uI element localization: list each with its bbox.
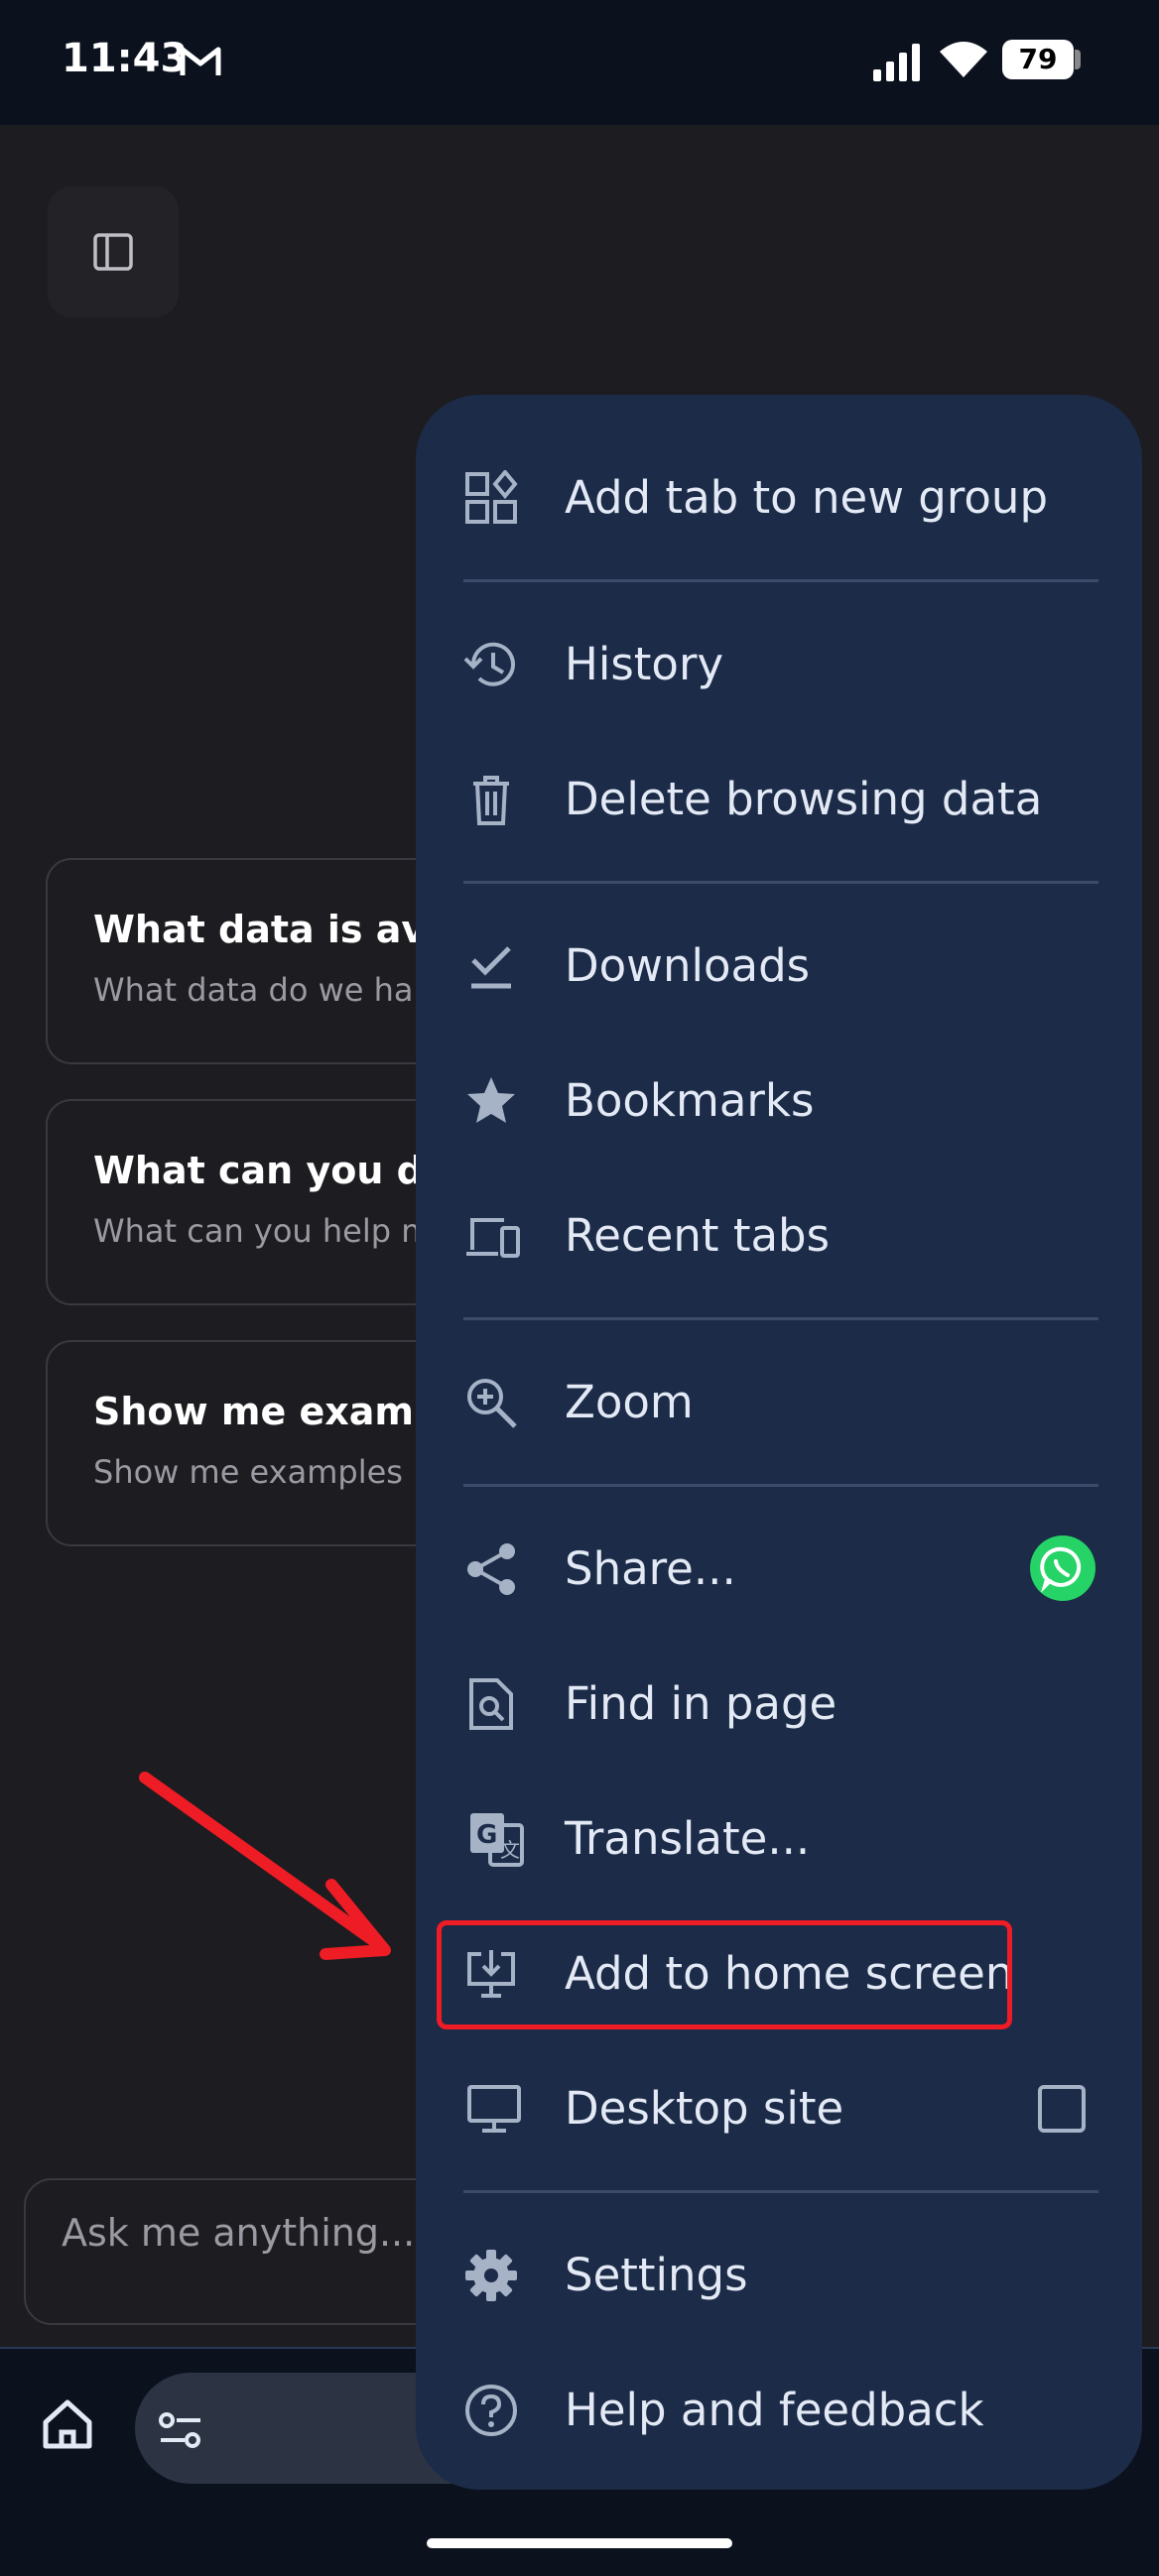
desktop-site-checkbox[interactable] <box>1038 2085 1086 2133</box>
menu-item-label: Settings <box>565 2249 748 2301</box>
menu-divider <box>463 1317 1098 1320</box>
suggestion-title: What can you do? <box>93 1149 471 1192</box>
menu-item-settings[interactable]: Settings <box>416 2210 1142 2341</box>
status-time: 11:43 <box>62 36 189 81</box>
menu-item-label: Recent tabs <box>565 1209 831 1262</box>
menu-divider <box>463 881 1098 884</box>
menu-item-label: Zoom <box>565 1376 694 1428</box>
menu-item-label: Bookmarks <box>565 1074 815 1127</box>
menu-item-label: Help and feedback <box>565 2384 984 2436</box>
sidebar-icon <box>93 233 133 271</box>
menu-item-downloads[interactable]: Downloads <box>416 901 1142 1032</box>
suggestion-title: What data is avai <box>93 908 464 951</box>
menu-item-label: History <box>565 638 724 690</box>
menu-item-bookmarks[interactable]: Bookmarks <box>416 1036 1142 1166</box>
suggestion-subtitle: What can you help m <box>93 1212 433 1250</box>
menu-divider <box>463 1484 1098 1487</box>
wifi-icon <box>940 42 987 77</box>
svg-text:文: 文 <box>500 1838 520 1862</box>
zoom-icon <box>467 1379 517 1428</box>
menu-item-label: Find in page <box>565 1677 837 1730</box>
menu-item-add-tab-to-group[interactable]: Add tab to new group <box>416 432 1142 563</box>
find-icon <box>469 1678 513 1730</box>
trash-icon <box>473 776 509 825</box>
help-icon <box>465 2385 517 2436</box>
menu-item-label: Delete browsing data <box>565 773 1043 825</box>
star-icon <box>467 1077 515 1123</box>
menu-item-label: Downloads <box>565 939 811 992</box>
gesture-nav-handle[interactable] <box>427 2538 732 2548</box>
red-arrow-annotation <box>139 1772 391 1960</box>
menu-item-history[interactable]: History <box>416 599 1142 730</box>
home-icon[interactable] <box>36 2392 99 2456</box>
menu-item-label: Add tab to new group <box>565 471 1049 524</box>
menu-item-delete-browsing-data[interactable]: Delete browsing data <box>416 734 1142 865</box>
gear-icon <box>465 2250 517 2301</box>
whatsapp-icon <box>1040 1546 1082 1593</box>
menu-item-label: Translate... <box>565 1812 811 1865</box>
translate-icon: G 文 <box>470 1813 524 1867</box>
sidebar-toggle-button[interactable] <box>48 186 179 317</box>
menu-item-translate[interactable]: G 文 Translate... <box>416 1774 1142 1904</box>
devices-icon <box>466 1218 520 1258</box>
suggestion-title: Show me exampl <box>93 1390 454 1433</box>
menu-divider <box>463 579 1098 582</box>
tab-group-icon <box>465 470 518 524</box>
whatsapp-share-button[interactable] <box>1030 1535 1095 1601</box>
svg-text:G: G <box>476 1820 497 1850</box>
history-icon <box>463 642 515 686</box>
highlight-box <box>437 1920 1012 2029</box>
overflow-menu: Add tab to new group History Delete brow… <box>416 395 1142 2490</box>
menu-item-desktop-site[interactable]: Desktop site <box>416 2043 1142 2174</box>
menu-item-label: Desktop site <box>565 2082 844 2135</box>
suggestion-subtitle: Show me examples <box>93 1453 403 1491</box>
signal-icon <box>873 44 920 81</box>
battery-icon: 79 <box>1002 40 1074 79</box>
share-icon <box>467 1543 515 1595</box>
menu-item-label: Share... <box>565 1542 736 1595</box>
menu-item-recent-tabs[interactable]: Recent tabs <box>416 1170 1142 1301</box>
desktop-icon <box>467 2085 521 2133</box>
menu-item-zoom[interactable]: Zoom <box>416 1337 1142 1468</box>
menu-divider <box>463 2190 1098 2193</box>
gmail-icon <box>180 47 221 75</box>
suggestion-subtitle: What data do we ha <box>93 971 414 1009</box>
download-icon <box>471 946 511 989</box>
menu-item-find-in-page[interactable]: Find in page <box>416 1639 1142 1770</box>
tune-icon[interactable] <box>157 2408 204 2452</box>
menu-item-help-and-feedback[interactable]: Help and feedback <box>416 2345 1142 2476</box>
battery-cap <box>1075 50 1081 69</box>
